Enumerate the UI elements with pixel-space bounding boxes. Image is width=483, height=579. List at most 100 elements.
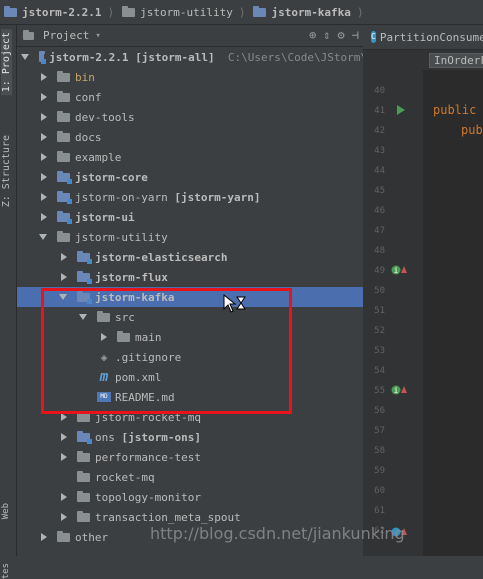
module-folder-icon [77,250,92,264]
tree-item-jstorm-kafka[interactable]: jstorm-kafka [17,287,405,307]
collapse-arrow-icon[interactable] [41,73,47,81]
folder-icon [57,70,70,82]
tree-item-jstorm-root[interactable]: jstorm-2.2.1 [jstorm-all] C:\Users\Code\… [17,47,367,67]
tree-item-jstorm-flux[interactable]: jstorm-flux [17,267,405,287]
watermark: http://blog.csdn.net/jiankunking [150,524,405,543]
line-number: 40 [374,86,385,96]
module-folder-icon [77,270,92,284]
tree-item-jstorm-utility[interactable]: jstorm-utility [17,227,385,247]
tab-project[interactable]: 1: Project [1,29,12,96]
module-folder-icon [57,170,72,184]
breadcrumb-item-root[interactable]: jstorm-2.2.1 ⟩ [0,5,118,19]
expand-arrow-icon[interactable] [21,54,29,60]
module-folder-icon [57,190,72,204]
collapse-arrow-icon[interactable] [61,253,67,261]
gear-icon[interactable]: ⚙ [338,28,345,42]
collapse-arrow-icon[interactable] [61,413,67,421]
line-number: 45 [374,186,385,196]
tree-item-jstorm-core[interactable]: jstorm-core [17,167,385,187]
line-number: 61 [374,506,385,516]
collapse-arrow-icon[interactable] [101,333,107,341]
collapse-arrow-icon[interactable] [41,173,47,181]
line-number: 49 [374,266,385,276]
line-number: 56 [374,406,385,416]
folder-icon [57,230,70,242]
folder-icon [57,90,70,102]
tree-item-jstorm-elasticsearch[interactable]: jstorm-elasticsearch [17,247,405,267]
module-folder-icon [39,50,47,64]
mouse-cursor-icon [223,294,246,313]
line-number: 57 [374,426,385,436]
breadcrumb-item-utility[interactable]: jstorm-utility ⟩ [118,5,249,19]
tab-web[interactable]: Web [1,503,11,519]
editor-tab[interactable]: C PartitionConsume [363,25,483,50]
tree-item-jstorm-rocket-mq[interactable]: jstorm-rocket-mq [17,407,405,427]
collapse-arrow-icon[interactable] [61,273,67,281]
tree-item-dev-tools[interactable]: dev-tools [17,107,385,127]
implementation-icon[interactable]: i [391,383,407,397]
run-icon[interactable] [396,104,406,116]
code-keyword: publ [461,123,483,137]
svg-text:i: i [394,386,399,395]
folder-icon [57,530,70,542]
collapse-arrow-icon[interactable] [41,113,47,121]
folder-icon [57,130,70,142]
project-icon [23,29,34,40]
git-file-icon: ◈ [100,350,108,364]
implementation-icon[interactable]: i [391,263,407,277]
navigation-bar: jstorm-2.2.1 ⟩ jstorm-utility ⟩ jstorm-kaf… [0,0,483,25]
line-number: 43 [374,146,385,156]
chevron-down-icon[interactable]: ▾ [95,31,100,41]
collapse-arrow-icon[interactable] [41,133,47,141]
folder-icon [77,510,90,522]
expand-arrow-icon[interactable] [59,294,67,300]
line-number: 48 [374,246,385,256]
tree-item-topology-monitor[interactable]: topology-monitor [17,487,405,507]
folder-icon [97,310,110,322]
collapse-arrow-icon[interactable] [41,153,47,161]
expand-arrow-icon[interactable] [79,314,87,320]
class-icon: C [371,31,376,43]
project-view-selector[interactable]: Project [43,29,89,42]
editor-breadcrumb: InOrderF [363,50,483,71]
module-folder-icon [77,430,92,444]
folder-icon [77,470,90,482]
folder-icon [117,330,130,342]
collapse-arrow-icon[interactable] [61,453,67,461]
line-number: 46 [374,206,385,216]
project-panel: Project ▾ ⊕ ⇕ ⚙ ⊣ jstorm-2.2.1 [jstorm-a… [17,25,405,556]
collapse-all-icon[interactable]: ⇕ [323,28,330,42]
tree-item-docs[interactable]: docs [17,127,385,147]
expand-arrow-icon[interactable] [39,234,47,240]
line-number: 41 [374,106,385,116]
collapse-arrow-icon[interactable] [41,93,47,101]
line-number: 55 [374,386,385,396]
tree-item-jstorm-ui[interactable]: jstorm-ui [17,207,385,227]
folder-icon [4,5,17,17]
hide-panel-icon[interactable]: ⊣ [352,28,359,42]
collapse-arrow-icon[interactable] [61,513,67,521]
tree-item-example[interactable]: example [17,147,385,167]
collapse-arrow-icon[interactable] [41,213,47,221]
tree-item-jstorm-on-yarn[interactable]: jstorm-on-yarn [jstorm-yarn] [17,187,385,207]
scroll-from-source-icon[interactable]: ⊕ [309,28,316,42]
line-number: 54 [374,366,385,376]
editor-area: C PartitionConsume InOrderF 40 41 42 43 4… [363,25,483,556]
collapse-arrow-icon[interactable] [41,193,47,201]
line-number: 52 [374,326,385,336]
collapse-arrow-icon[interactable] [61,433,67,441]
panel-toolbar: ⊕ ⇕ ⚙ ⊣ [309,28,359,42]
tree-item-conf[interactable]: conf [17,87,385,107]
tree-item-bin[interactable]: bin [17,67,385,87]
breadcrumb-item-kafka[interactable]: jstorm-kafka ⟩ [249,5,367,19]
folder-icon [122,5,136,17]
collapse-arrow-icon[interactable] [41,533,47,541]
tab-structure[interactable]: Z: Structure [1,135,12,207]
folder-icon [77,410,90,422]
line-number: 58 [374,446,385,456]
folder-icon [57,150,70,162]
tree-item-ons[interactable]: ons [jstorm-ons] [17,427,405,447]
tab-favorites[interactable]: tes [1,563,11,579]
collapse-arrow-icon[interactable] [61,493,67,501]
tree-item-performance-test[interactable]: performance-test [17,447,405,467]
